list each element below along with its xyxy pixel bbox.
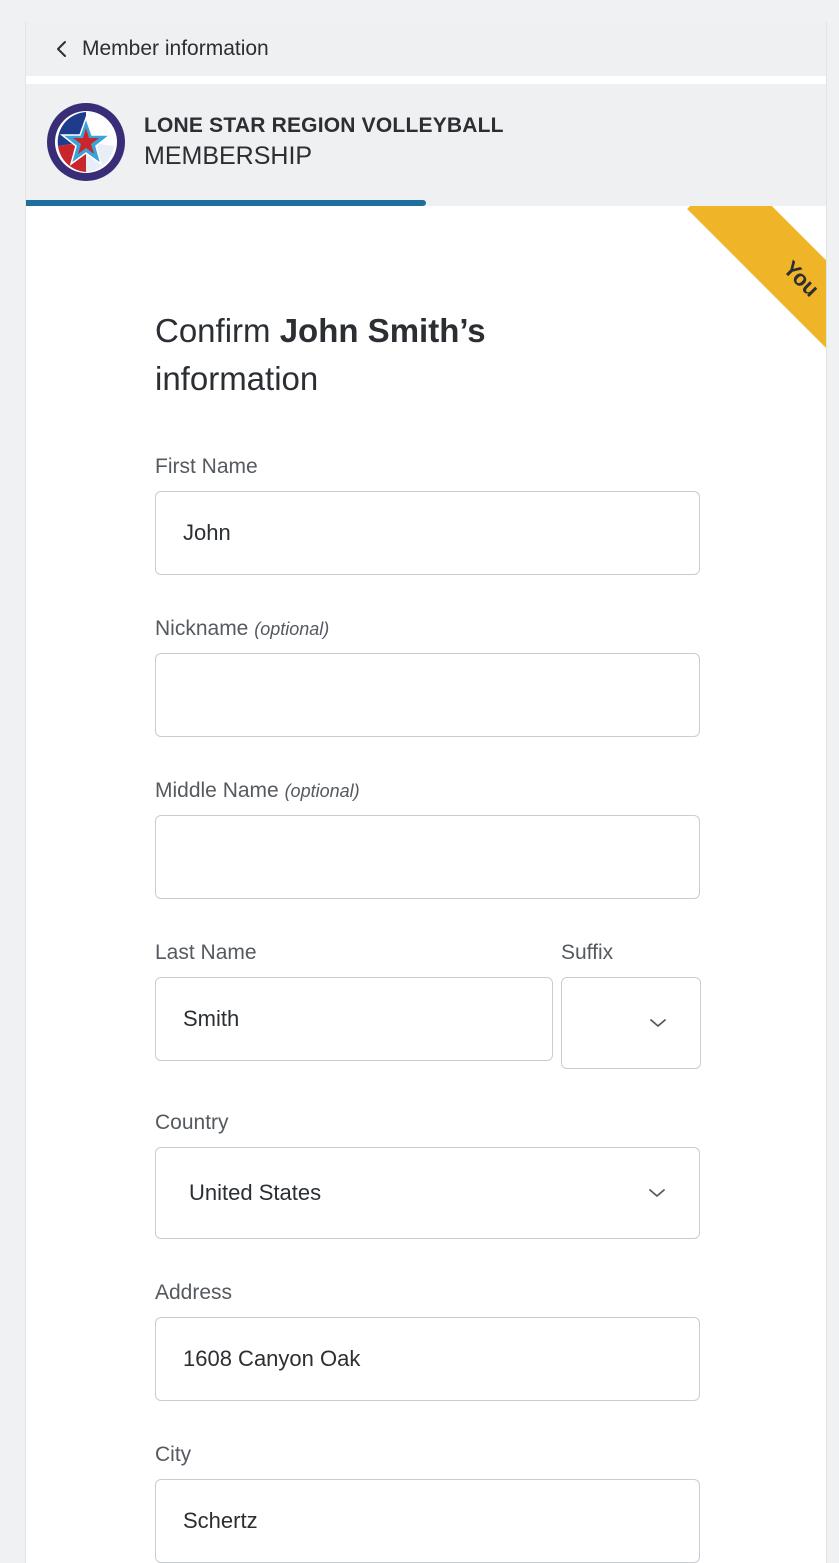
middle-name-optional-hint: (optional) — [284, 781, 360, 801]
suffix-select[interactable] — [561, 977, 701, 1069]
org-name: LONE STAR REGION VOLLEYBALL — [144, 114, 504, 137]
country-select[interactable]: United States — [155, 1147, 700, 1239]
back-button[interactable]: Member information — [54, 37, 269, 61]
city-label: City — [155, 1443, 192, 1466]
first-name-label: First Name — [155, 455, 258, 478]
progress-bar-fill — [26, 200, 426, 206]
address-input[interactable] — [155, 1317, 700, 1401]
progress-bar — [26, 200, 826, 206]
nickname-label-text: Nickname — [155, 617, 249, 640]
org-logo — [47, 103, 125, 181]
middle-name-label: Middle Name (optional) — [155, 779, 700, 803]
middle-name-input[interactable] — [155, 815, 700, 899]
last-name-label: Last Name — [155, 941, 257, 964]
top-nav-bar: Member information — [26, 22, 826, 80]
last-name-group: Last Name — [155, 941, 553, 1111]
headline-suffix: information — [155, 360, 319, 397]
page-subtitle: MEMBERSHIP — [144, 142, 313, 170]
chevron-down-icon — [649, 1189, 665, 1197]
city-input[interactable] — [155, 1479, 700, 1563]
member-form: Confirm John Smith’s information First N… — [155, 307, 701, 1563]
last-name-input[interactable] — [155, 977, 553, 1061]
nickname-input[interactable] — [155, 653, 700, 737]
first-name-input[interactable] — [155, 491, 700, 575]
country-value: United States — [189, 1180, 322, 1205]
headline-member-name: John Smith’s — [279, 312, 486, 349]
ribbon-label: You — [687, 206, 826, 381]
app-frame: Member information LONE STAR REGION VOLL… — [25, 22, 827, 1563]
last-name-suffix-row: Last Name Suffix — [155, 941, 701, 1111]
chevron-down-icon — [650, 1019, 666, 1027]
suffix-label: Suffix — [561, 941, 614, 964]
page-title: Confirm John Smith’s information — [155, 307, 700, 403]
nickname-optional-hint: (optional) — [254, 619, 330, 639]
middle-name-label-text: Middle Name — [155, 779, 279, 802]
ribbon-text: You — [778, 255, 825, 302]
org-header: LONE STAR REGION VOLLEYBALL MEMBERSHIP — [26, 84, 826, 202]
chevron-left-icon — [57, 41, 66, 57]
nickname-label: Nickname (optional) — [155, 617, 700, 641]
address-label: Address — [155, 1281, 233, 1304]
country-label: Country — [155, 1111, 229, 1134]
back-label: Member information — [82, 37, 269, 60]
suffix-group: Suffix — [561, 941, 701, 1111]
headline-prefix: Confirm — [155, 312, 280, 349]
